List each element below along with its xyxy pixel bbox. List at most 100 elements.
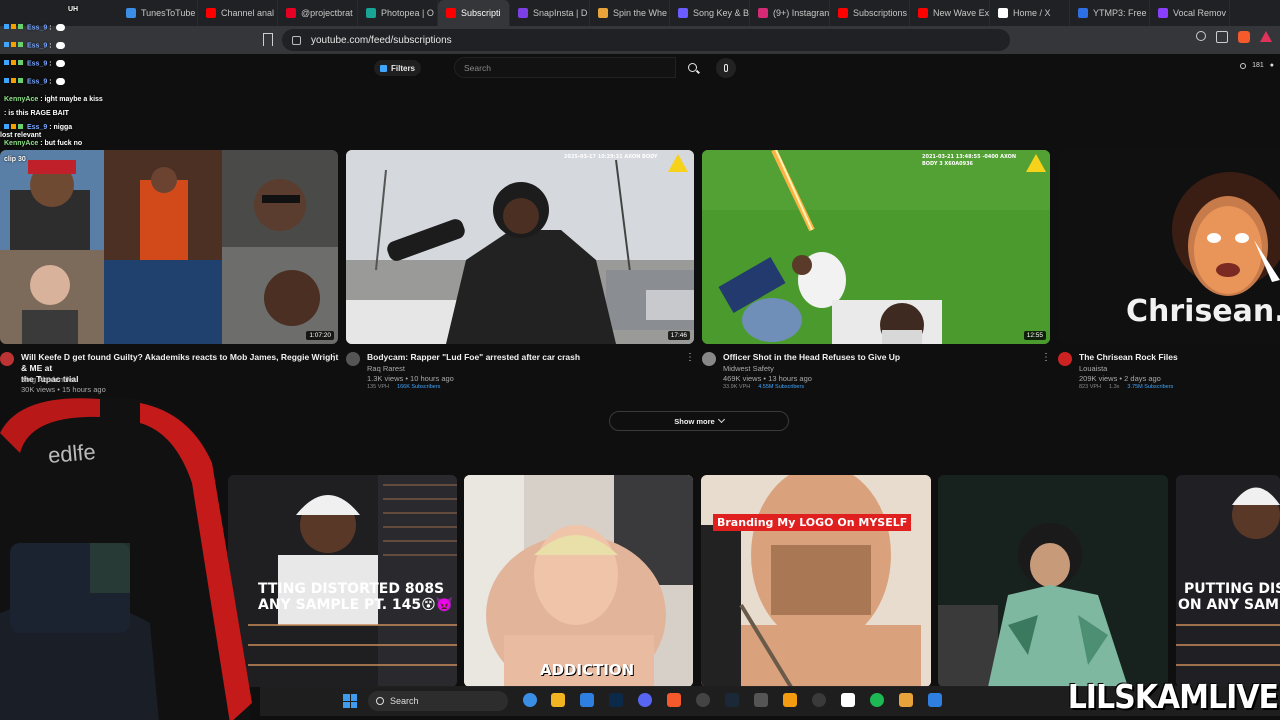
chat-badge-icon bbox=[18, 78, 23, 84]
capcut-icon[interactable] bbox=[841, 693, 855, 707]
channel-avatar[interactable] bbox=[0, 352, 14, 366]
brave-rewards-icon[interactable] bbox=[1260, 31, 1272, 42]
show-more-button[interactable]: Show more bbox=[609, 411, 789, 431]
video-title-line: Will Keefe D get found Guilty? Akademiks… bbox=[21, 352, 339, 373]
browser-tab[interactable]: Channel anal bbox=[198, 0, 278, 26]
obs-icon[interactable] bbox=[696, 693, 710, 707]
video-title[interactable]: Officer Shot in the Head Refuses to Give… bbox=[723, 352, 900, 363]
chat-badge-icon bbox=[11, 124, 16, 129]
video-duration: 1:07:20 bbox=[306, 331, 334, 340]
chat-badge-icon bbox=[18, 124, 23, 129]
steam-icon[interactable] bbox=[725, 693, 739, 707]
chat-text: : bbox=[49, 60, 52, 68]
photoshop-icon[interactable] bbox=[609, 693, 623, 707]
channel-avatar[interactable] bbox=[702, 352, 716, 366]
video-thumbnail-addiction[interactable]: ADDICTION bbox=[464, 475, 693, 687]
video-thumbnail-officer[interactable]: 2021-03-21 13:48:55 -0400 AXON BODY 3 X6… bbox=[702, 150, 1050, 344]
spotify-icon[interactable] bbox=[870, 693, 884, 707]
browser-tab[interactable]: Vocal Remov bbox=[1150, 0, 1230, 26]
app-icon[interactable] bbox=[928, 693, 942, 707]
app-icon[interactable] bbox=[754, 693, 768, 707]
tab-favicon-icon bbox=[918, 8, 928, 18]
cast-icon[interactable] bbox=[1216, 31, 1228, 43]
header-stat-dot: ● bbox=[1269, 62, 1274, 69]
video-thumbnail-green-hoodie[interactable] bbox=[938, 475, 1168, 687]
channel-avatar[interactable] bbox=[346, 352, 360, 366]
chat-text: : bbox=[49, 42, 52, 50]
browser-tab[interactable]: Song Key & B bbox=[670, 0, 750, 26]
flstudio-icon[interactable] bbox=[783, 693, 797, 707]
address-bar[interactable]: youtube.com/feed/subscriptions bbox=[282, 29, 1010, 51]
tab-favicon-icon bbox=[1158, 8, 1168, 18]
video-meta: Bodycam: Rapper "Lud Foe" arrested after… bbox=[346, 352, 695, 392]
browser-tab[interactable]: Home / X bbox=[990, 0, 1070, 26]
file-explorer-icon[interactable] bbox=[551, 693, 565, 707]
tab-favicon-icon bbox=[286, 8, 296, 18]
video-views: 1.3K views • 10 hours ago bbox=[367, 374, 454, 383]
video-stats: 135 VPH 166K Subscribers bbox=[367, 384, 440, 390]
show-more-label: Show more bbox=[674, 416, 715, 426]
search-input[interactable]: Search bbox=[454, 57, 676, 78]
browser-tab[interactable]: TunesToTube bbox=[118, 0, 198, 26]
chat-text: : ight maybe a kiss bbox=[40, 96, 103, 103]
more-options-icon[interactable]: ⋮ bbox=[329, 352, 339, 363]
channel-avatar[interactable] bbox=[1058, 352, 1072, 366]
browser-tab[interactable]: (9+) Instagran bbox=[750, 0, 830, 26]
4k-downloader-icon[interactable] bbox=[812, 693, 826, 707]
video-thumbnail-putting-distorted[interactable]: PUTTING DIS ON ANY SAM bbox=[1176, 475, 1280, 687]
chat-username: Ess_9 bbox=[27, 42, 48, 50]
chevron-down-icon bbox=[717, 415, 725, 424]
chat-badge-icon bbox=[4, 42, 9, 48]
more-options-icon[interactable]: ⋮ bbox=[685, 352, 695, 363]
vph-stat: 33.9K VPH bbox=[723, 384, 751, 390]
app-icon[interactable] bbox=[899, 693, 913, 707]
video-thumbnail-chrisean[interactable]: Chrisean. bbox=[1058, 150, 1280, 344]
branding-text: Branding My LOGO On MYSELF bbox=[713, 514, 912, 531]
brave-shields-icon[interactable] bbox=[1238, 31, 1250, 43]
zoom-icon[interactable] bbox=[1196, 31, 1206, 41]
officer-bodycam-timestamp: 2021-03-21 13:48:55 -0400 AXON BODY 3 X6… bbox=[922, 154, 1017, 167]
chat-message: Ess_9 : bbox=[4, 60, 65, 67]
video-title[interactable]: The Chrisean Rock Files bbox=[1079, 352, 1178, 363]
video-title-line: Officer Shot in the Head Refuses to Give… bbox=[723, 352, 901, 362]
tab-favicon-icon bbox=[998, 8, 1008, 18]
browser-tab[interactable]: SnapInsta | D bbox=[510, 0, 590, 26]
bookmark-icon[interactable] bbox=[263, 33, 273, 46]
windows-start-icon[interactable] bbox=[343, 694, 357, 708]
browser-tab[interactable]: YTMP3: Free bbox=[1070, 0, 1150, 26]
store-icon[interactable] bbox=[580, 693, 594, 707]
video-thumbnail-akademiks[interactable]: 1:07:20 bbox=[0, 150, 338, 344]
chat-username: Ess_9 bbox=[27, 124, 48, 131]
browser-toolbar: youtube.com/feed/subscriptions bbox=[0, 26, 1280, 54]
more-options-icon[interactable]: ⋮ bbox=[1041, 352, 1051, 363]
site-info-icon[interactable] bbox=[292, 35, 301, 45]
channel-name[interactable]: King Akademiks bbox=[21, 375, 74, 384]
video-thumbnail-bodycam[interactable]: 2025-03-17 10:29:31 AXON BODY 17:46 bbox=[346, 150, 694, 344]
search-button[interactable] bbox=[680, 57, 704, 78]
browser-tab[interactable]: @projectbrat bbox=[278, 0, 358, 26]
browser-tab[interactable]: Subscriptions bbox=[830, 0, 910, 26]
channel-name[interactable]: Midwest Safety bbox=[723, 364, 774, 373]
browser-tab[interactable]: New Wave Ex bbox=[910, 0, 990, 26]
video-title[interactable]: Bodycam: Rapper "Lud Foe" arrested after… bbox=[367, 352, 580, 363]
tab-label: Home / X bbox=[1013, 8, 1051, 18]
channel-name[interactable]: Raq Rarest bbox=[367, 364, 405, 373]
copilot-icon[interactable] bbox=[523, 693, 537, 707]
browser-tab[interactable]: Photopea | O bbox=[358, 0, 438, 26]
tab-label: Vocal Remov bbox=[1173, 8, 1227, 18]
tab-label: SnapInsta | D bbox=[533, 8, 588, 18]
brave-icon[interactable] bbox=[667, 693, 681, 707]
chat-badge-icon bbox=[11, 24, 16, 30]
video-title-line: Bodycam: Rapper "Lud Foe" arrested after… bbox=[367, 352, 581, 362]
video-duration: 17:46 bbox=[667, 331, 690, 340]
channel-name[interactable]: Louaista bbox=[1079, 364, 1107, 373]
discord-icon[interactable] bbox=[638, 693, 652, 707]
filters-button[interactable]: Filters bbox=[374, 60, 422, 76]
browser-tab[interactable]: Subscripti✕ bbox=[438, 0, 510, 26]
video-thumbnail-branding[interactable]: Branding My LOGO On MYSELF bbox=[701, 475, 931, 687]
browser-tab[interactable]: Spin the Whe bbox=[590, 0, 670, 26]
voice-search-button[interactable] bbox=[716, 58, 736, 78]
chat-message: Ess_9 : bbox=[4, 24, 65, 31]
taskbar-search[interactable]: Search bbox=[368, 691, 508, 711]
browser-tab-strip: TunesToTube Channel anal @projectbrat Photo… bbox=[0, 0, 1280, 26]
